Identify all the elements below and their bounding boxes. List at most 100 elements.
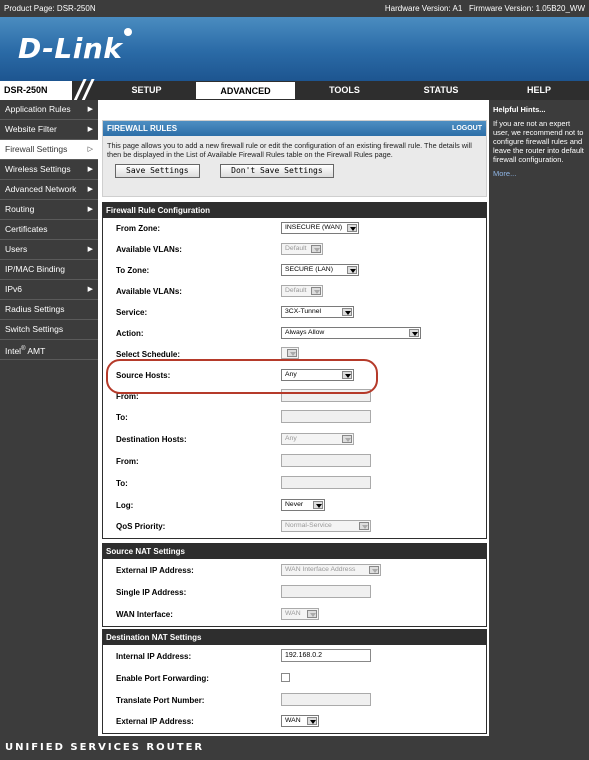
chevron-down-icon xyxy=(369,566,379,574)
schedule-label: Select Schedule: xyxy=(116,350,181,359)
sidebar-item-firewall-settings[interactable]: Firewall Settings ▷ xyxy=(0,140,98,160)
dest-hosts-label: Destination Hosts: xyxy=(116,435,187,444)
slashes-decoration xyxy=(72,79,96,103)
chevron-down-icon xyxy=(347,224,357,232)
source-to-input[interactable] xyxy=(281,410,371,423)
sidebar-item-advanced-network[interactable]: Advanced Network ▶ xyxy=(0,180,98,200)
qos-select[interactable]: Normal-Service xyxy=(281,520,371,532)
sidebar-item-intel-amt[interactable]: Intel® AMT xyxy=(0,340,98,360)
chevron-right-icon: ▶ xyxy=(87,126,93,133)
chevron-right-icon: ▶ xyxy=(87,206,93,213)
sidebar-item-wireless-settings[interactable]: Wireless Settings ▶ xyxy=(0,160,98,180)
from-zone-select[interactable]: INSECURE (WAN) xyxy=(281,222,359,234)
translate-port-input[interactable] xyxy=(281,693,371,706)
help-more-link[interactable]: More... xyxy=(493,169,585,178)
rule-config-title: Firewall Rule Configuration xyxy=(103,203,486,218)
from-vlans-label: Available VLANs: xyxy=(116,245,182,254)
dlink-logo: D-Link xyxy=(18,28,133,65)
chevron-down-icon xyxy=(311,245,321,253)
version-info: Hardware Version: A1 Firmware Version: 1… xyxy=(385,0,585,17)
sidebar: Application Rules ▶ Website Filter ▶ Firew… xyxy=(0,100,98,736)
chevron-down-icon xyxy=(342,435,352,443)
sidebar-item-application-rules[interactable]: Application Rules ▶ xyxy=(0,100,98,120)
action-select[interactable]: Always Allow xyxy=(281,327,421,339)
logo-banner: D-Link xyxy=(0,17,589,81)
main-nav: DSR-250N SETUP ADVANCED TOOLS STATUS HEL… xyxy=(0,79,589,103)
chevron-down-icon xyxy=(359,522,369,530)
logo-dot-icon xyxy=(124,28,133,36)
chevron-right-icon: ▶ xyxy=(87,186,93,193)
service-select[interactable]: 3CX-Tunnel xyxy=(281,306,354,318)
logout-link[interactable]: LOGOUT xyxy=(452,121,482,136)
sidebar-item-website-filter[interactable]: Website Filter ▶ xyxy=(0,120,98,140)
chevron-right-icon: ▶ xyxy=(87,166,93,173)
wan-interface-select[interactable]: WAN xyxy=(281,608,319,620)
schedule-select[interactable] xyxy=(281,347,299,359)
single-ip-input[interactable] xyxy=(281,585,371,598)
help-panel: Helpful Hints... If you are not an exper… xyxy=(489,100,589,736)
single-ip-label: Single IP Address: xyxy=(116,588,187,597)
service-row: Service: 3CX-Tunnel xyxy=(103,303,486,323)
tab-help[interactable]: HELP xyxy=(489,81,589,100)
service-label: Service: xyxy=(116,308,148,317)
sidebar-item-ip-mac-binding[interactable]: IP/MAC Binding xyxy=(0,260,98,280)
model-name: DSR-250N xyxy=(4,85,48,95)
log-label: Log: xyxy=(116,501,134,510)
sidebar-item-users[interactable]: Users ▶ xyxy=(0,240,98,260)
dest-hosts-select[interactable]: Any xyxy=(281,433,354,445)
dest-from-input[interactable] xyxy=(281,454,371,467)
source-hosts-highlight xyxy=(106,359,378,394)
internal-ip-row: Internal IP Address: 192.168.0.2 xyxy=(103,647,486,667)
dest-nat-section: Destination NAT Settings Internal IP Add… xyxy=(102,629,487,734)
chevron-down-icon xyxy=(409,329,419,337)
dest-to-input[interactable] xyxy=(281,476,371,489)
log-select[interactable]: Never xyxy=(281,499,325,511)
to-zone-select[interactable]: SECURE (LAN) xyxy=(281,264,359,276)
tab-setup[interactable]: SETUP xyxy=(98,81,195,100)
chevron-down-icon xyxy=(347,266,357,274)
to-zone-row: To Zone: SECURE (LAN) xyxy=(103,261,486,281)
port-forwarding-checkbox[interactable] xyxy=(281,673,290,682)
source-nat-title: Source NAT Settings xyxy=(103,544,486,559)
top-info-bar: Product Page: DSR-250N Hardware Version:… xyxy=(0,0,589,17)
from-zone-label: From Zone: xyxy=(116,224,160,233)
to-vlans-select[interactable]: Default xyxy=(281,285,323,297)
chevron-right-icon: ▶ xyxy=(87,246,93,253)
source-nat-section: Source NAT Settings External IP Address:… xyxy=(102,543,487,627)
chevron-down-icon xyxy=(342,308,352,316)
action-label: Action: xyxy=(116,329,144,338)
from-vlans-row: Available VLANs: Default xyxy=(103,240,486,260)
dest-from-row: From: xyxy=(103,452,486,472)
translate-port-label: Translate Port Number: xyxy=(116,696,205,705)
log-row: Log: Never xyxy=(103,496,486,516)
save-settings-button[interactable]: Save Settings xyxy=(115,164,200,178)
dnat-external-ip-select[interactable]: WAN xyxy=(281,715,319,727)
tab-tools[interactable]: TOOLS xyxy=(296,81,393,100)
firewall-rules-panel: FIREWALL RULES LOGOUT This page allows y… xyxy=(102,120,487,197)
tab-status[interactable]: STATUS xyxy=(393,81,489,100)
product-page-text: Product Page: DSR-250N xyxy=(4,4,96,13)
qos-label: QoS Priority: xyxy=(116,522,166,531)
internal-ip-input[interactable]: 192.168.0.2 xyxy=(281,649,371,662)
sidebar-item-ipv6[interactable]: IPv6 ▶ xyxy=(0,280,98,300)
chevron-down-icon xyxy=(313,501,323,509)
sidebar-item-routing[interactable]: Routing ▶ xyxy=(0,200,98,220)
internal-ip-label: Internal IP Address: xyxy=(116,652,192,661)
sidebar-item-switch-settings[interactable]: Switch Settings xyxy=(0,320,98,340)
dest-from-label: From: xyxy=(116,457,139,466)
from-vlans-select[interactable]: Default xyxy=(281,243,323,255)
firmware-version: Firmware Version: 1.05B20_WW xyxy=(468,4,585,13)
tab-advanced[interactable]: ADVANCED xyxy=(195,81,296,100)
snat-external-ip-select[interactable]: WAN Interface Address xyxy=(281,564,381,576)
chevron-down-icon xyxy=(307,610,317,618)
port-forwarding-label: Enable Port Forwarding: xyxy=(116,674,209,683)
sidebar-item-certificates[interactable]: Certificates xyxy=(0,220,98,240)
main-content: FIREWALL RULES LOGOUT This page allows y… xyxy=(98,100,489,736)
wan-interface-row: WAN Interface: WAN xyxy=(103,605,486,625)
sidebar-item-radius-settings[interactable]: Radius Settings xyxy=(0,300,98,320)
dont-save-settings-button[interactable]: Don't Save Settings xyxy=(220,164,334,178)
to-vlans-row: Available VLANs: Default xyxy=(103,282,486,302)
dnat-external-ip-label: External IP Address: xyxy=(116,717,194,726)
hardware-version: Hardware Version: A1 xyxy=(384,4,463,13)
firewall-rules-header: FIREWALL RULES LOGOUT xyxy=(103,121,486,136)
